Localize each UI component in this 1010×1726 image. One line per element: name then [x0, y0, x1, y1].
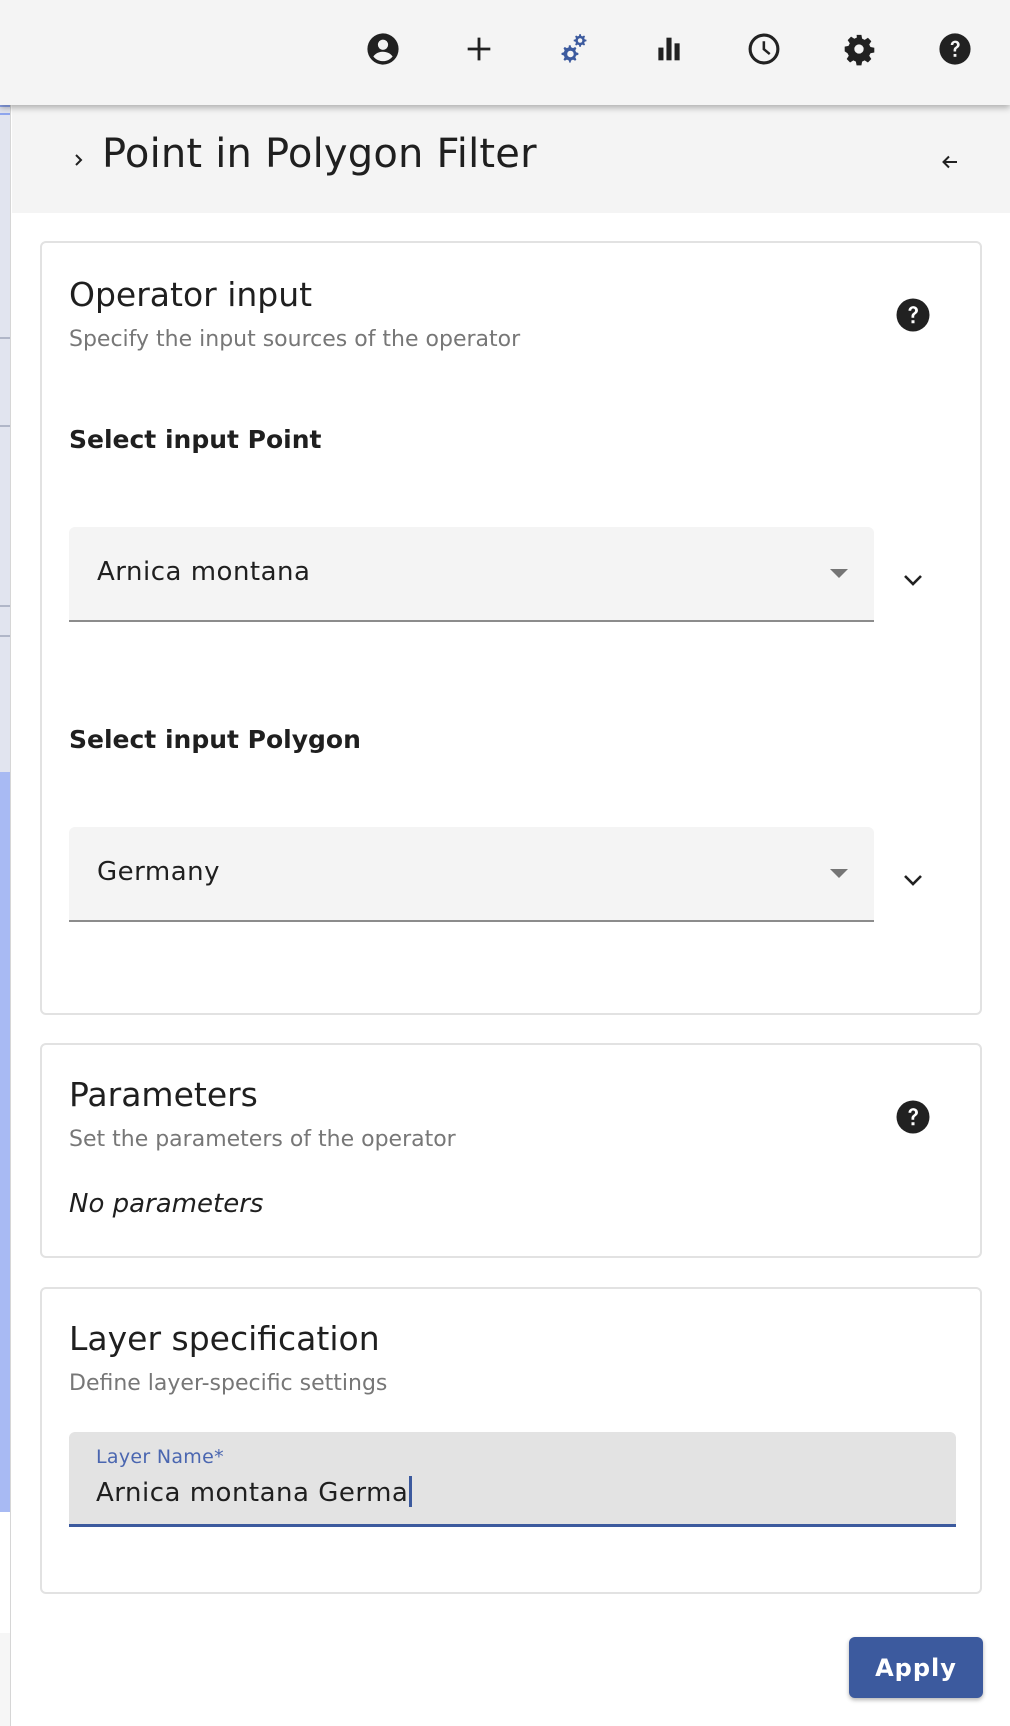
chevron-down-icon[interactable] [902, 873, 924, 887]
polygon-input-select[interactable]: Germany [69, 827, 874, 922]
panel-title: Point in Polygon Filter [102, 131, 537, 177]
polygon-input-value: Germany [97, 857, 221, 887]
account-icon[interactable] [366, 32, 400, 66]
map-feature [0, 337, 10, 339]
layer-name-field[interactable]: Layer Name* Arnica montana Germa [69, 1432, 956, 1527]
settings-icon[interactable] [842, 32, 876, 66]
parameters-subtitle: Set the parameters of the operator [69, 1127, 456, 1152]
dropdown-arrow-icon [830, 869, 848, 878]
dropdown-arrow-icon [830, 569, 848, 578]
add-icon[interactable] [462, 32, 496, 66]
operator-input-title: Operator input [69, 275, 313, 314]
map-feature [0, 605, 10, 607]
help-icon[interactable] [938, 32, 972, 66]
layer-spec-subtitle: Define layer-specific settings [69, 1371, 388, 1396]
layer-spec-card: Layer specification Define layer-specifi… [40, 1287, 982, 1594]
help-icon[interactable] [895, 297, 931, 333]
point-input-label: Select input Point [69, 425, 322, 454]
map-feature [0, 635, 10, 637]
layer-spec-title: Layer specification [69, 1319, 380, 1358]
map-feature [0, 105, 10, 107]
back-arrow-icon[interactable] [941, 153, 959, 171]
operators-icon[interactable] [556, 32, 590, 66]
layer-name-input[interactable]: Arnica montana Germa [96, 1476, 413, 1508]
parameters-card: Parameters Set the parameters of the ope… [40, 1043, 982, 1258]
map-footer-area [0, 1633, 10, 1726]
apply-button[interactable]: Apply [849, 1637, 983, 1698]
layer-name-value: Arnica montana Germa [96, 1478, 409, 1508]
clock-icon[interactable] [747, 32, 781, 66]
plots-icon[interactable] [652, 32, 686, 66]
no-parameters-text: No parameters [69, 1189, 264, 1219]
help-icon[interactable] [895, 1099, 931, 1135]
polygon-input-label: Select input Polygon [69, 725, 361, 754]
parameters-title: Parameters [69, 1075, 258, 1114]
map-land-area [0, 1512, 10, 1633]
map-feature [0, 113, 10, 115]
top-toolbar [0, 0, 1010, 105]
layer-name-label: Layer Name* [96, 1446, 224, 1468]
point-input-select[interactable]: Arnica montana [69, 527, 874, 622]
map-background[interactable] [0, 105, 11, 1726]
point-input-value: Arnica montana [97, 557, 311, 587]
operator-input-card: Operator input Specify the input sources… [40, 241, 982, 1015]
map-feature [0, 425, 10, 427]
panel-header: Point in Polygon Filter [12, 105, 1010, 213]
map-water-area [0, 772, 10, 1512]
chevron-right-icon[interactable] [72, 152, 86, 168]
chevron-down-icon[interactable] [902, 573, 924, 587]
operator-input-subtitle: Specify the input sources of the operato… [69, 327, 521, 352]
text-caret [409, 1476, 413, 1507]
